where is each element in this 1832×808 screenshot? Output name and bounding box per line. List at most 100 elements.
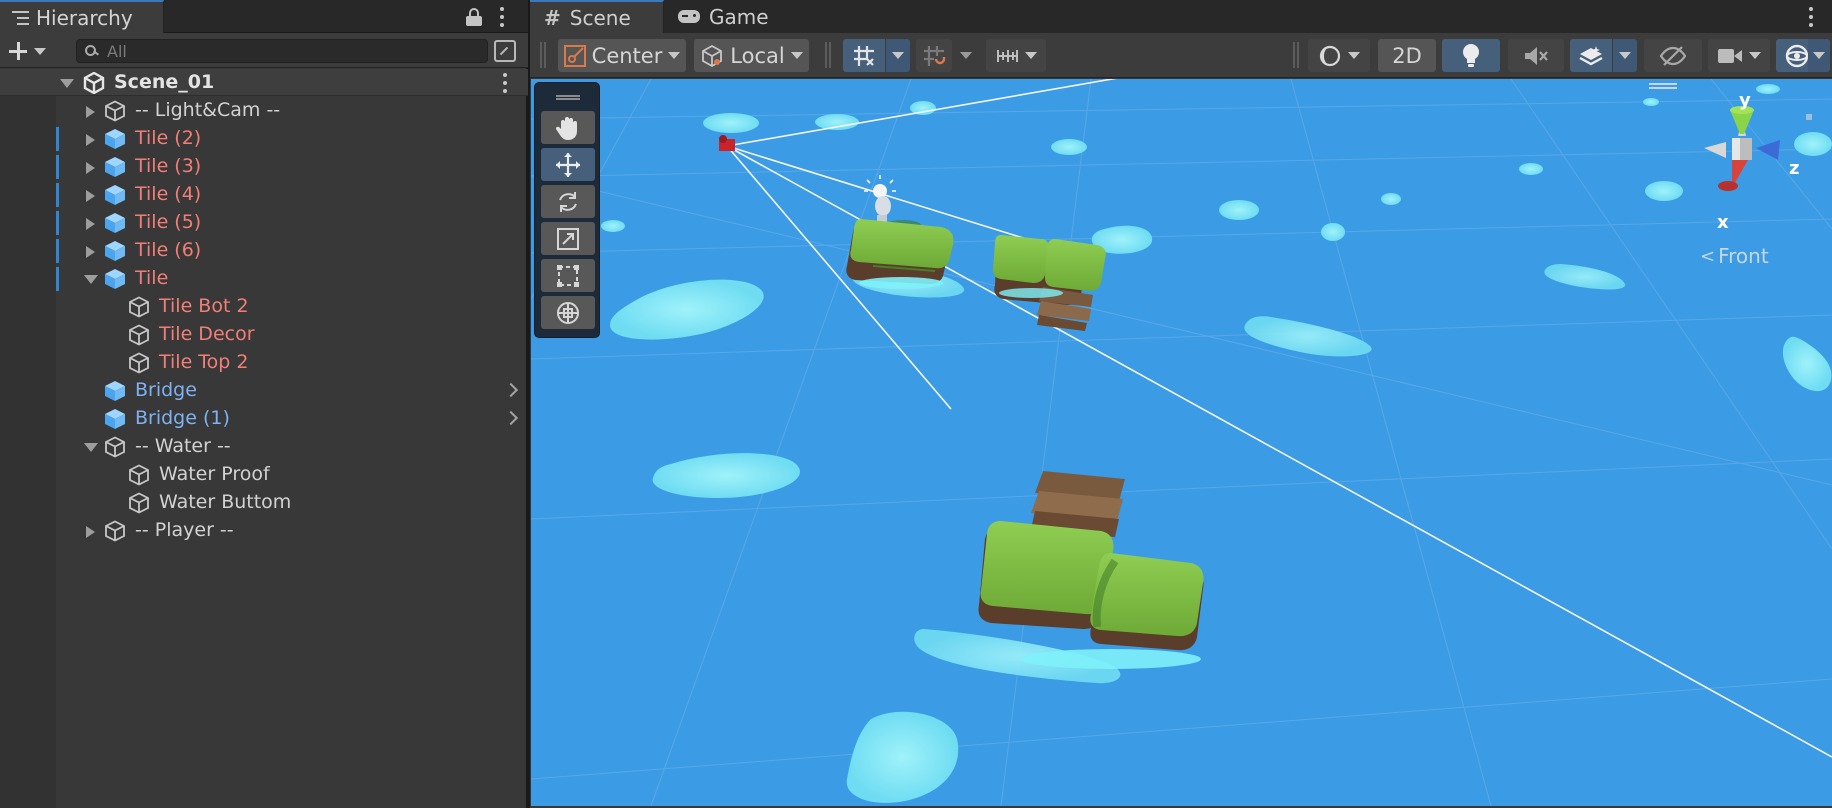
- palette-handle[interactable]: [556, 95, 580, 100]
- hierarchy-row[interactable]: Tile Bot 2: [0, 293, 528, 321]
- tab-game-label: Game: [709, 4, 769, 29]
- hierarchy-row[interactable]: -- Light&Cam --: [0, 97, 528, 125]
- snap-toggle-button[interactable]: [916, 39, 952, 72]
- plus-icon: [8, 41, 28, 61]
- move-arrows-icon: [556, 152, 580, 177]
- hierarchy-item-label: Tile: [135, 267, 169, 289]
- scene-menu-icon[interactable]: [1808, 7, 1814, 27]
- toggle-2d-button[interactable]: 2D: [1378, 39, 1436, 72]
- hierarchy-row[interactable]: -- Player --: [0, 517, 528, 545]
- scene-row[interactable]: Scene_01: [0, 69, 528, 96]
- empty-cube-icon: [129, 492, 149, 514]
- hierarchy-row[interactable]: -- Water --: [0, 433, 528, 461]
- chevron-right-icon[interactable]: [503, 382, 519, 398]
- hierarchy-item-label: Water Proof: [159, 463, 270, 485]
- search-by-type-icon[interactable]: [494, 40, 516, 62]
- hierarchy-row[interactable]: Tile (3): [0, 153, 528, 181]
- hierarchy-item-label: Bridge: [135, 379, 197, 401]
- chevron-right-icon[interactable]: [503, 410, 519, 426]
- view-label: Front: [1718, 244, 1769, 268]
- space-local-dropdown[interactable]: Local: [694, 39, 809, 72]
- scale-icon: [557, 227, 579, 250]
- snap-options-dropdown[interactable]: [954, 39, 978, 72]
- hierarchy-row[interactable]: Bridge: [0, 377, 528, 405]
- audio-toggle-button[interactable]: [1508, 39, 1564, 72]
- hierarchy-row[interactable]: Tile (4): [0, 181, 528, 209]
- move-tool-button[interactable]: [541, 148, 595, 181]
- collapse-triangle-icon[interactable]: [84, 275, 98, 284]
- search-placeholder: All: [107, 41, 127, 61]
- gizmo-x-label: x: [1717, 212, 1729, 233]
- tab-hierarchy[interactable]: Hierarchy: [0, 0, 164, 33]
- scene-viewport[interactable]: [531, 79, 1832, 806]
- hierarchy-item-label: Bridge (1): [135, 407, 230, 429]
- override-indicator: [56, 155, 59, 179]
- hierarchy-item-label: Tile Bot 2: [159, 295, 249, 317]
- hierarchy-item-label: Tile (3): [135, 155, 202, 177]
- effects-options-dropdown[interactable]: [1613, 39, 1637, 72]
- empty-cube-icon: [129, 324, 149, 346]
- effects-toggle-button[interactable]: [1570, 39, 1612, 72]
- tab-scene[interactable]: # Scene: [530, 0, 664, 33]
- scene-menu-icon[interactable]: [502, 73, 508, 93]
- ruler-icon: [997, 49, 1018, 62]
- create-button[interactable]: [8, 39, 58, 63]
- empty-cube-icon: [105, 436, 125, 458]
- expand-triangle-icon[interactable]: [86, 106, 95, 118]
- hierarchy-menu-icon[interactable]: [499, 7, 505, 27]
- grid-toggle-button[interactable]: [843, 39, 885, 72]
- scene-visibility-button[interactable]: [1644, 39, 1702, 72]
- expand-triangle-icon[interactable]: [86, 246, 95, 258]
- z-axis-cone[interactable]: [1756, 140, 1780, 160]
- hand-tool-button[interactable]: [541, 111, 595, 144]
- lock-icon[interactable]: [466, 8, 482, 26]
- hierarchy-row[interactable]: Bridge (1): [0, 405, 528, 433]
- hierarchy-row[interactable]: Tile: [0, 265, 528, 293]
- expand-triangle-icon[interactable]: [86, 526, 95, 538]
- hierarchy-item-label: Tile (6): [135, 239, 202, 261]
- hierarchy-row[interactable]: Tile (6): [0, 237, 528, 265]
- expand-triangle-icon[interactable]: [86, 218, 95, 230]
- rect-tool-button[interactable]: [541, 259, 595, 292]
- gizmo-z-label: z: [1789, 158, 1800, 179]
- hierarchy-row[interactable]: Tile Decor: [0, 321, 528, 349]
- gizmos-options-dropdown[interactable]: [1808, 39, 1830, 72]
- overlay-handle[interactable]: [1649, 83, 1677, 89]
- hierarchy-row[interactable]: Water Buttom: [0, 489, 528, 517]
- transform-tool-button[interactable]: [541, 296, 595, 329]
- pivot-label: Center: [591, 43, 663, 68]
- override-indicator: [56, 127, 59, 151]
- lighting-toggle-button[interactable]: [1442, 39, 1500, 72]
- pivot-center-dropdown[interactable]: Center: [558, 39, 686, 72]
- gizmo-y-label: y: [1739, 90, 1751, 111]
- hierarchy-row[interactable]: Tile Top 2: [0, 349, 528, 377]
- collapse-triangle-icon[interactable]: [84, 443, 98, 452]
- lightbulb-icon: [1463, 43, 1479, 67]
- hierarchy-row[interactable]: Tile (2): [0, 125, 528, 153]
- grid-options-dropdown[interactable]: [886, 39, 910, 72]
- increment-snap-dropdown[interactable]: [986, 39, 1046, 72]
- prefab-cube-icon: [105, 269, 125, 289]
- tab-game[interactable]: Game: [678, 0, 788, 33]
- camera-settings-dropdown[interactable]: [1708, 39, 1770, 72]
- override-indicator: [56, 267, 59, 291]
- hierarchy-row[interactable]: Tile (5): [0, 209, 528, 237]
- prefab-cube-icon: [105, 409, 125, 429]
- mute-icon: [1525, 46, 1548, 65]
- expand-triangle-icon[interactable]: [86, 162, 95, 174]
- draw-mode-dropdown[interactable]: [1308, 39, 1370, 72]
- shading-mode-icon: [1319, 45, 1341, 66]
- toggle-2d-label: 2D: [1392, 43, 1422, 68]
- scene-render: [531, 79, 1832, 806]
- expand-triangle-icon[interactable]: [86, 134, 95, 146]
- view-front-label[interactable]: < Front: [1700, 244, 1769, 268]
- hierarchy-panel: Hierarchy All Scene_01 -- Light&Cam -- T…: [0, 0, 528, 808]
- tile-island-a: [846, 219, 954, 289]
- collapse-triangle-icon[interactable]: [60, 79, 74, 88]
- rotate-tool-button[interactable]: [541, 185, 595, 218]
- expand-triangle-icon[interactable]: [86, 190, 95, 202]
- hierarchy-row[interactable]: Water Proof: [0, 461, 528, 489]
- search-input[interactable]: All: [76, 39, 488, 63]
- neg-x-cone[interactable]: [1704, 142, 1726, 158]
- scale-tool-button[interactable]: [541, 222, 595, 255]
